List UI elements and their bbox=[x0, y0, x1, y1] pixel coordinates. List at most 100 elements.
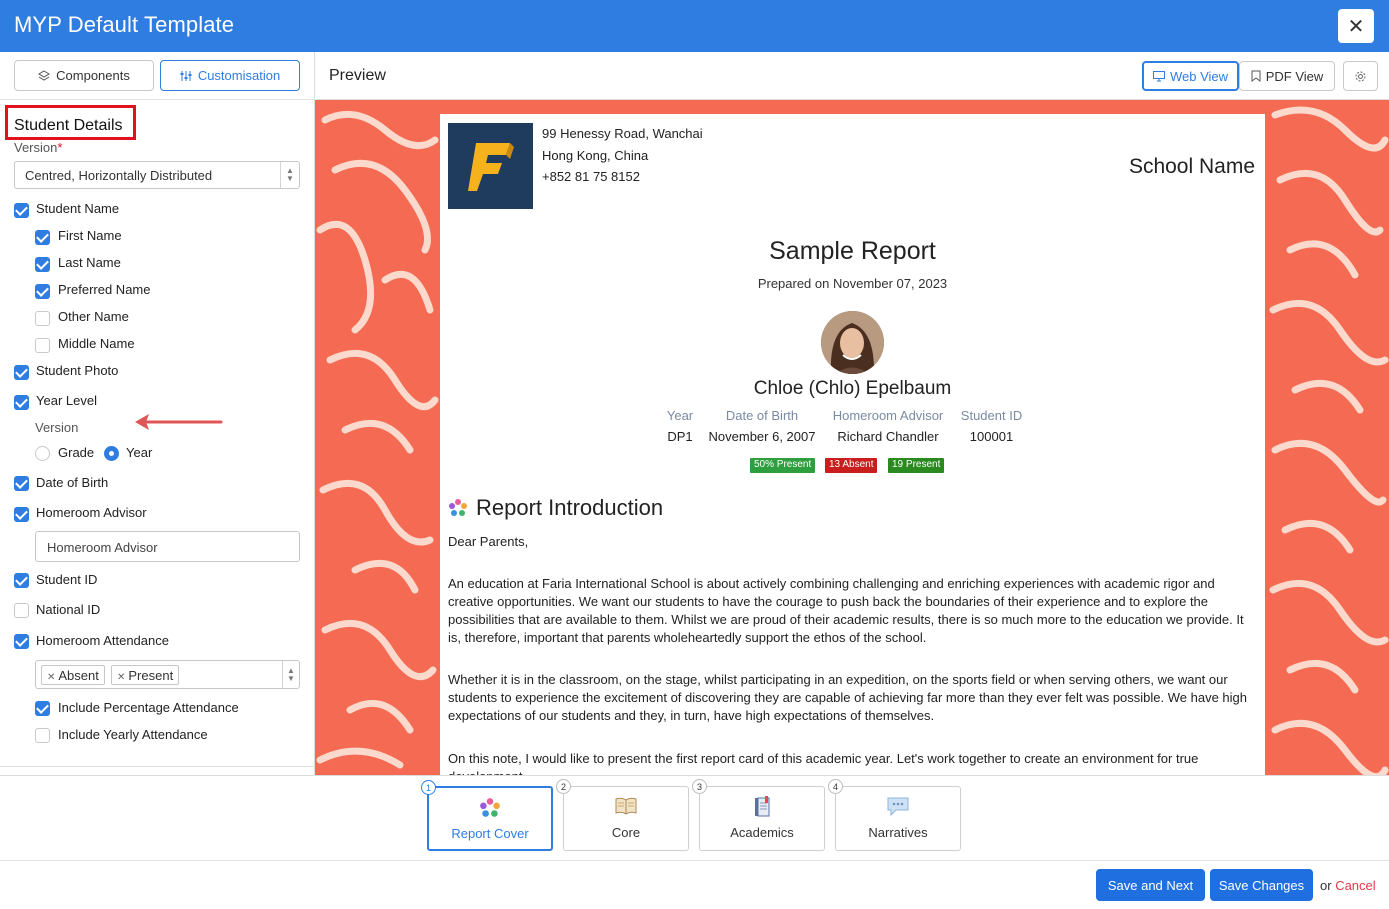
middle-name-checkbox[interactable] bbox=[35, 338, 50, 353]
bookmark-icon bbox=[1251, 70, 1261, 82]
paragraph: An education at Faria International Scho… bbox=[448, 576, 1244, 645]
year-label: Year bbox=[126, 445, 153, 460]
step-number: 1 bbox=[421, 780, 436, 795]
customisation-tab[interactable]: Customisation bbox=[160, 60, 300, 91]
homeroom-advisor-input[interactable]: Homeroom Advisor bbox=[35, 531, 300, 562]
step-number: 3 bbox=[692, 779, 707, 794]
address-line: 99 Henessy Road, Wanchai bbox=[542, 126, 703, 141]
remove-icon[interactable]: ✕ bbox=[117, 672, 125, 683]
last-name-checkbox[interactable] bbox=[35, 257, 50, 272]
student-photo-label: Student Photo bbox=[36, 363, 119, 378]
student-photo bbox=[821, 311, 884, 374]
chevron-updown-icon: ▲ ▼ bbox=[282, 661, 299, 688]
cancel-link[interactable]: Cancel bbox=[1335, 878, 1375, 893]
national-id-label: National ID bbox=[36, 602, 101, 617]
student-name-checkbox[interactable] bbox=[14, 203, 29, 218]
detail-label: Student ID bbox=[960, 408, 1023, 423]
homeroom-attendance-checkbox[interactable] bbox=[14, 634, 29, 649]
tag-present[interactable]: ✕ Present bbox=[111, 665, 180, 685]
book-icon bbox=[615, 797, 637, 815]
monitor-icon bbox=[1152, 70, 1165, 81]
remove-icon[interactable]: ✕ bbox=[47, 672, 55, 683]
homeroom-advisor-label: Homeroom Advisor bbox=[36, 505, 147, 520]
page-tabs: 1 Report Cover 2 Core 3 Academics 4 Narr… bbox=[0, 775, 1389, 860]
version-select[interactable]: Centred, Horizontally Distributed ▲ ▼ bbox=[14, 161, 300, 189]
version-label: Version* bbox=[14, 140, 63, 155]
preferred-name-checkbox[interactable] bbox=[35, 284, 50, 299]
section-heading: Report Introduction bbox=[448, 495, 663, 521]
close-button[interactable]: ✕ bbox=[1338, 9, 1374, 43]
student-name: Chloe (Chlo) Epelbaum bbox=[753, 378, 952, 399]
tab-academics[interactable]: 3 Academics bbox=[692, 779, 825, 851]
version-select-value: Centred, Horizontally Distributed bbox=[25, 168, 213, 183]
national-id-checkbox[interactable] bbox=[14, 603, 29, 618]
web-view-button[interactable]: Web View bbox=[1142, 61, 1239, 91]
close-icon: ✕ bbox=[1347, 15, 1365, 38]
date-of-birth-label: Date of Birth bbox=[36, 475, 109, 490]
attendance-badge: 50% Present bbox=[750, 458, 816, 473]
detail-value: 100001 bbox=[969, 429, 1014, 444]
include-percentage-checkbox[interactable] bbox=[35, 701, 50, 716]
section-title: Student Details bbox=[5, 105, 136, 140]
customisation-panel: Components Customisation Student Details… bbox=[0, 52, 315, 775]
notebook-icon bbox=[755, 796, 770, 817]
star-cluster-icon bbox=[449, 499, 467, 516]
first-name-label: First Name bbox=[58, 228, 122, 243]
pdf-view-label: PDF View bbox=[1265, 68, 1324, 84]
tab-label: Narratives bbox=[868, 825, 928, 840]
detail-value: Richard Chandler bbox=[837, 429, 939, 444]
sliders-icon bbox=[180, 70, 192, 81]
first-name-checkbox[interactable] bbox=[35, 230, 50, 245]
paragraph: Whether it is in the classroom, on the s… bbox=[448, 672, 1247, 723]
save-and-next-button[interactable]: Save and Next bbox=[1096, 869, 1205, 901]
detail-label: Date of Birth bbox=[725, 408, 799, 423]
year-level-checkbox[interactable] bbox=[14, 395, 29, 410]
paragraph: Dear Parents, bbox=[448, 534, 529, 549]
tab-label: Core bbox=[611, 825, 641, 840]
settings-button[interactable] bbox=[1343, 61, 1378, 91]
or-text: or Cancel bbox=[1320, 878, 1376, 893]
window-titlebar: MYP Default Template ✕ bbox=[0, 0, 1389, 52]
logo-f-icon bbox=[468, 143, 514, 191]
attendance-badge: 19 Present bbox=[888, 458, 945, 473]
speech-bubble-icon bbox=[887, 797, 909, 816]
year-radio[interactable] bbox=[104, 446, 119, 461]
detail-value: DP1 bbox=[667, 429, 693, 444]
preferred-name-label: Preferred Name bbox=[58, 282, 151, 297]
layers-icon bbox=[38, 69, 51, 81]
tab-report-cover[interactable]: 1 Report Cover bbox=[421, 780, 553, 851]
web-view-label: Web View bbox=[1169, 68, 1229, 84]
divider bbox=[0, 766, 315, 767]
grade-radio[interactable] bbox=[35, 446, 50, 461]
save-changes-button[interactable]: Save Changes bbox=[1210, 869, 1313, 901]
report-page: 99 Henessy Road, Wanchai Hong Kong, Chin… bbox=[440, 114, 1265, 775]
section-title: Report Introduction bbox=[476, 495, 664, 520]
step-number: 2 bbox=[556, 779, 571, 794]
attendance-multiselect[interactable]: ✕ Absent ✕ Present ▲ ▼ bbox=[35, 660, 300, 689]
other-name-checkbox[interactable] bbox=[35, 311, 50, 326]
student-id-label: Student ID bbox=[36, 572, 98, 587]
date-of-birth-checkbox[interactable] bbox=[14, 476, 29, 491]
homeroom-attendance-label: Homeroom Attendance bbox=[36, 633, 169, 648]
chevron-updown-icon: ▲ ▼ bbox=[280, 162, 299, 188]
last-name-label: Last Name bbox=[58, 255, 121, 270]
include-yearly-label: Include Yearly Attendance bbox=[58, 727, 208, 742]
middle-name-label: Middle Name bbox=[58, 336, 135, 351]
tab-core[interactable]: 2 Core bbox=[556, 779, 689, 851]
homeroom-advisor-checkbox[interactable] bbox=[14, 507, 29, 522]
school-name: School Name bbox=[1128, 155, 1255, 178]
detail-value: November 6, 2007 bbox=[708, 429, 816, 444]
divider bbox=[0, 99, 315, 100]
grade-label: Grade bbox=[58, 445, 95, 460]
student-photo-checkbox[interactable] bbox=[14, 365, 29, 380]
star-cluster-icon bbox=[480, 798, 500, 817]
include-yearly-checkbox[interactable] bbox=[35, 728, 50, 743]
student-id-checkbox[interactable] bbox=[14, 573, 29, 588]
phone-line: +852 81 75 8152 bbox=[542, 169, 640, 184]
tab-narratives[interactable]: 4 Narratives bbox=[828, 779, 961, 851]
components-tab[interactable]: Components bbox=[14, 60, 154, 91]
pdf-view-button[interactable]: PDF View bbox=[1239, 61, 1335, 91]
components-tab-label: Components bbox=[56, 68, 130, 83]
report-title: Sample Report bbox=[769, 237, 936, 265]
tag-absent[interactable]: ✕ Absent bbox=[41, 665, 105, 685]
